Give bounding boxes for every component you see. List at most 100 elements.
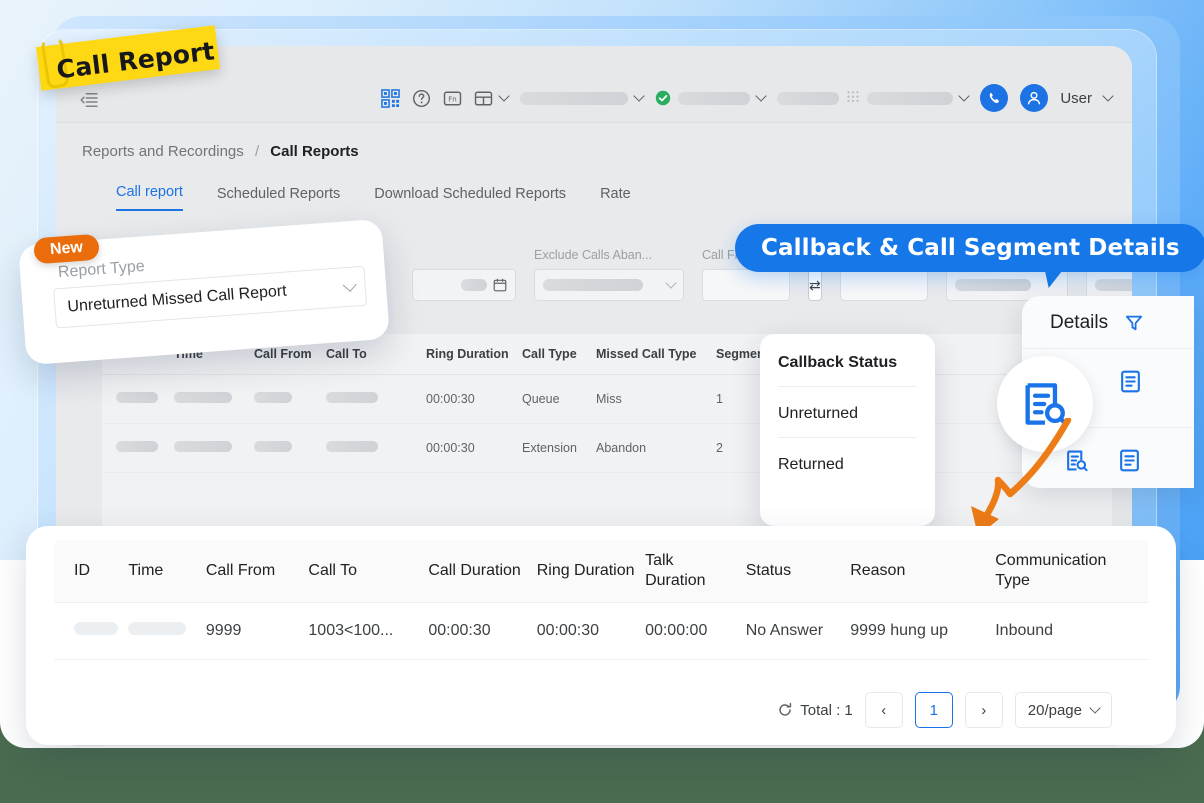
swap-from-to-button[interactable]: ⇄: [808, 269, 822, 301]
qr-code-icon[interactable]: [381, 88, 401, 108]
svg-text:Fn: Fn: [449, 94, 457, 103]
col-ring-duration: Ring Duration: [536, 562, 635, 579]
cell-call-from: 9999: [205, 622, 242, 639]
refresh-icon[interactable]: [777, 702, 793, 718]
filter-exclude-label: Exclude Calls Aban...: [534, 248, 653, 262]
col-call-from: Call From: [205, 562, 276, 579]
status-online-icon: [655, 90, 671, 106]
chevron-down-icon: [665, 277, 677, 289]
extension-value: [777, 91, 840, 105]
chevron-down-icon[interactable]: [1102, 90, 1114, 102]
details-title: Details: [1050, 312, 1109, 333]
page-size-value: 20/page: [1027, 701, 1082, 719]
dialpad-icon: [846, 90, 860, 106]
col-call-to: Call To: [308, 562, 358, 579]
callback-details-icon[interactable]: [1117, 448, 1142, 473]
breadcrumb-parent[interactable]: Reports and Recordings: [82, 143, 244, 160]
breadcrumb-separator: /: [254, 143, 260, 160]
callback-option-returned[interactable]: Returned: [760, 438, 935, 474]
cell-time: [128, 622, 205, 640]
bg-cell-missed-call-type: Abandon: [596, 441, 647, 455]
page-number-1[interactable]: 1: [914, 692, 953, 728]
bg-cell-missed-call-type: Miss: [596, 392, 622, 406]
callback-status-dropdown: Callback Status Unreturned Returned: [760, 334, 935, 526]
col-talk-duration: Talk Duration: [645, 552, 706, 589]
callout-text: Callback & Call Segment Details: [761, 235, 1180, 261]
table-row[interactable]: 00:00:30 Queue Miss 1: [102, 375, 1112, 424]
callback-option-unreturned[interactable]: Unreturned: [760, 387, 935, 423]
result-table-header: ID Time Call From Call To Call Duration …: [54, 540, 1148, 603]
function-key-icon[interactable]: Fn: [443, 89, 462, 108]
total-label: Total : 1: [800, 701, 853, 719]
filter-date-range[interactable]: [412, 262, 516, 301]
bg-col-call-to: Call To: [326, 347, 367, 361]
total-count: Total : 1: [777, 702, 853, 719]
layout-icon: [474, 89, 493, 108]
topbar-user-label[interactable]: User: [1060, 90, 1092, 107]
bg-col-missed-call-type: Missed Call Type: [596, 347, 697, 361]
chevron-down-icon: [342, 277, 357, 292]
col-time: Time: [128, 562, 164, 579]
topbar-right-cluster: Fn User: [381, 84, 1114, 112]
tab-download-scheduled-reports[interactable]: Download Scheduled Reports: [374, 186, 566, 211]
prev-page-button[interactable]: ‹: [864, 692, 903, 728]
callback-status-title: Callback Status: [778, 354, 898, 371]
chevron-down-icon: [1089, 702, 1101, 714]
chevron-down-icon: [498, 90, 510, 102]
chevron-down-icon: [755, 90, 767, 102]
page-size-select[interactable]: 20/page: [1014, 692, 1112, 728]
bg-cell-ring-duration: 00:00:30: [426, 392, 475, 406]
callback-details-icon[interactable]: [1118, 369, 1143, 394]
bg-cell-call-type: Extension: [522, 441, 577, 455]
org-selector[interactable]: [520, 90, 645, 105]
cell-id: [54, 622, 128, 640]
tab-scheduled-reports[interactable]: Scheduled Reports: [217, 186, 340, 211]
new-badge: New: [33, 233, 100, 265]
chevron-down-icon: [958, 90, 970, 102]
extension-selector[interactable]: [777, 90, 970, 106]
bg-cell-ring-duration: 00:00:30: [426, 441, 475, 455]
cell-call-to: 1003<100...: [308, 622, 394, 639]
bg-col-ring-duration: Ring Duration: [426, 347, 509, 361]
table-row[interactable]: 00:00:30 Extension Abandon 2: [102, 424, 1112, 473]
bg-col-call-type: Call Type: [522, 347, 577, 361]
col-status: Status: [745, 562, 792, 579]
col-reason: Reason: [850, 562, 906, 579]
cell-communication-type: Inbound: [995, 622, 1054, 639]
table-row[interactable]: 9999 1003<100... 00:00:30 00:00:30 00:00…: [54, 603, 1148, 660]
help-circle-icon[interactable]: [412, 89, 431, 108]
layout-selector[interactable]: [474, 89, 510, 108]
screenshot-stage: Fn User Reports and Recordings / Call Re…: [0, 0, 1204, 803]
phone-icon[interactable]: [980, 84, 1009, 112]
col-id: ID: [74, 562, 90, 579]
segment-details-icon: [1025, 383, 1069, 427]
col-communication-type: Communication Type: [995, 552, 1107, 589]
bg-cell-call-type: Queue: [522, 392, 560, 406]
report-type-value: Unreturned Missed Call Report: [66, 282, 288, 316]
details-panel-header: Details: [1022, 296, 1194, 334]
highlighted-segment-details-button[interactable]: [997, 356, 1093, 452]
next-page-button[interactable]: ›: [964, 692, 1003, 728]
segment-details-icon[interactable]: [1064, 448, 1089, 473]
cell-call-duration: 00:00:30: [428, 622, 491, 639]
collapse-sidebar-icon[interactable]: [80, 92, 98, 108]
calendar-icon: [493, 278, 507, 292]
extension-name: [867, 91, 954, 105]
cell-status: No Answer: [745, 622, 824, 639]
cell-talk-duration: 00:00:00: [645, 622, 708, 639]
callout-bubble: Callback & Call Segment Details: [735, 224, 1204, 272]
pagination: Total : 1 ‹ 1 › 20/page: [777, 692, 1112, 728]
col-call-duration: Call Duration: [428, 562, 521, 579]
presence-selector[interactable]: [655, 90, 767, 106]
cell-ring-duration: 00:00:30: [536, 622, 599, 639]
funnel-filter-icon[interactable]: [1124, 313, 1144, 333]
tab-call-report[interactable]: Call report: [116, 184, 183, 211]
result-card: ID Time Call From Call To Call Duration …: [26, 526, 1176, 745]
tab-rate[interactable]: Rate: [600, 186, 631, 211]
user-avatar-icon[interactable]: [1020, 84, 1049, 112]
filter-exclude-calls-abandoned[interactable]: Exclude Calls Aban...: [534, 248, 684, 301]
cell-reason: 9999 hung up: [850, 622, 949, 639]
bg-col-call-from: Call From: [254, 347, 312, 361]
presence-value: [678, 91, 751, 105]
page-title: Call Reports: [270, 143, 359, 160]
